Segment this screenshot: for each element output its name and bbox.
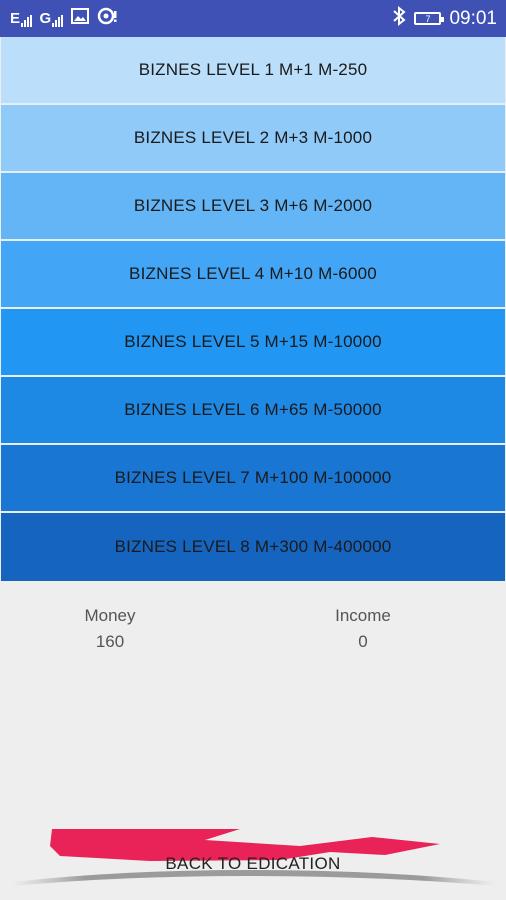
level-list: BIZNES LEVEL 1 M+1 M-250 BIZNES LEVEL 2 M… — [0, 37, 506, 581]
back-to-education-button[interactable]: BACK TO EDICATION — [0, 854, 506, 874]
biznes-level-8-button[interactable]: BIZNES LEVEL 8 M+300 M-400000 — [1, 513, 505, 581]
signal-icon: G — [40, 10, 63, 27]
signal-icon: E — [10, 10, 32, 27]
biznes-level-3-button[interactable]: BIZNES LEVEL 3 M+6 M-2000 — [1, 173, 505, 241]
biznes-level-4-button[interactable]: BIZNES LEVEL 4 M+10 M-6000 — [1, 241, 505, 309]
sim2-network-type: G — [39, 10, 52, 27]
biznes-level-1-button[interactable]: BIZNES LEVEL 1 M+1 M-250 — [1, 37, 505, 105]
gallery-icon — [70, 8, 89, 29]
chat-icon — [97, 7, 119, 30]
clock: 09:01 — [449, 7, 497, 29]
battery-icon: 7 — [414, 12, 445, 25]
biznes-level-2-button[interactable]: BIZNES LEVEL 2 M+3 M-1000 — [1, 105, 505, 173]
income-value: 0 — [358, 632, 368, 651]
status-bar: E G 7 09:01 — [0, 0, 506, 37]
income-label: Income — [335, 606, 391, 625]
money-stat: Money 160 — [40, 603, 180, 655]
status-right: 7 09:01 — [392, 5, 497, 31]
money-label: Money — [84, 606, 136, 625]
income-stat: Income 0 — [293, 603, 433, 655]
biznes-level-5-button[interactable]: BIZNES LEVEL 5 M+15 M-10000 — [1, 309, 505, 377]
biznes-level-7-button[interactable]: BIZNES LEVEL 7 M+100 M-100000 — [1, 445, 505, 513]
bluetooth-icon — [392, 5, 406, 31]
sim1-network-type: E — [10, 10, 20, 27]
back-button-area[interactable]: BACK TO EDICATION — [0, 820, 506, 900]
battery-level: 7 — [425, 13, 431, 24]
status-left: E G — [10, 7, 119, 30]
money-value: 160 — [95, 632, 125, 651]
biznes-level-6-button[interactable]: BIZNES LEVEL 6 M+65 M-50000 — [1, 377, 505, 445]
stats-panel: Money 160 Income 0 — [0, 603, 506, 663]
